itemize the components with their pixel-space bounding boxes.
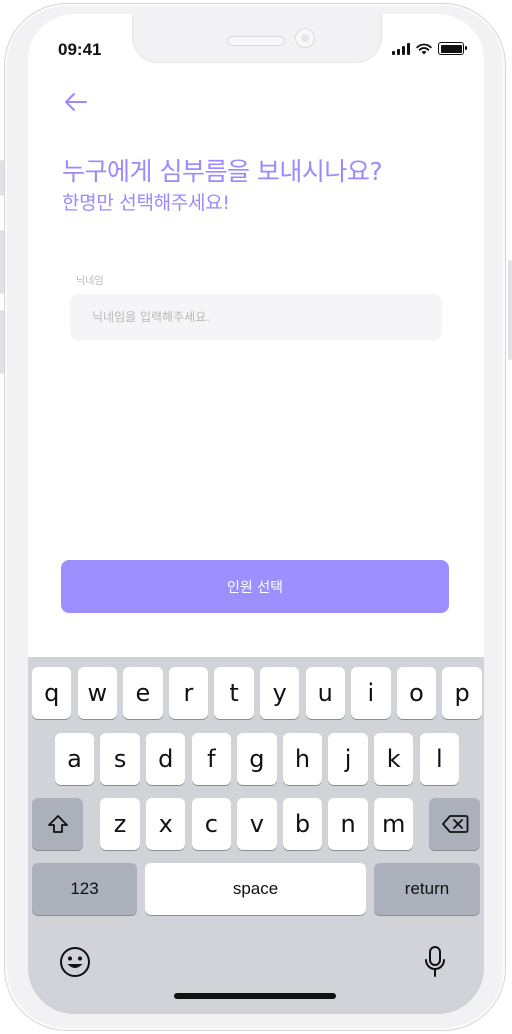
key-h[interactable]: h (282, 733, 323, 785)
key-y[interactable]: y (260, 667, 300, 719)
power-button (508, 260, 512, 360)
phone-screen: 09:41 누구에게 심부름을 보내시나요? 한명만 선택해주세요! 닉네임 인… (28, 14, 484, 1014)
numbers-key[interactable]: 123 (32, 863, 137, 915)
mute-switch (0, 160, 4, 196)
key-g[interactable]: g (237, 733, 277, 785)
speaker-grille (227, 36, 285, 46)
space-key[interactable]: space (145, 863, 366, 915)
key-z[interactable]: z (100, 798, 140, 850)
microphone-icon[interactable] (424, 945, 446, 979)
nickname-input[interactable] (70, 294, 442, 340)
key-u[interactable]: u (305, 667, 345, 719)
status-icons (392, 42, 467, 55)
key-w[interactable]: w (77, 667, 117, 719)
key-r[interactable]: r (168, 667, 209, 719)
key-v[interactable]: v (237, 798, 277, 850)
volume-up-button (0, 230, 4, 294)
volume-down-button (0, 310, 4, 374)
emoji-icon[interactable] (59, 946, 91, 978)
select-person-button[interactable]: 인원 선택 (61, 560, 449, 613)
status-time: 09:41 (58, 40, 102, 59)
front-camera (295, 28, 315, 48)
nickname-label: 닉네임 (76, 276, 104, 287)
key-t[interactable]: t (214, 667, 254, 719)
key-p[interactable]: p (442, 667, 482, 719)
wifi-icon (416, 43, 432, 55)
key-x[interactable]: x (146, 798, 186, 850)
page-subtitle: 한명만 선택해주세요! (62, 192, 230, 214)
key-b[interactable]: b (282, 798, 323, 850)
key-i[interactable]: i (351, 667, 391, 719)
home-indicator (174, 993, 336, 999)
key-k[interactable]: k (374, 733, 414, 785)
key-m[interactable]: m (374, 798, 414, 850)
key-c[interactable]: c (191, 798, 231, 850)
backspace-key[interactable] (429, 798, 480, 850)
battery-icon (438, 42, 467, 55)
arrow-left-icon[interactable] (62, 90, 90, 114)
key-l[interactable]: l (419, 733, 459, 785)
keyboard: qwertyuiop asdfghjkl zxcvbnm 123 space r… (28, 657, 484, 1014)
key-o[interactable]: o (396, 667, 437, 719)
shift-icon (47, 815, 68, 833)
key-a[interactable]: a (54, 733, 95, 785)
key-j[interactable]: j (328, 733, 368, 785)
cellular-signal-icon (392, 43, 410, 55)
notch (132, 14, 382, 63)
key-n[interactable]: n (328, 798, 368, 850)
key-s[interactable]: s (100, 733, 140, 785)
backspace-icon (441, 815, 468, 833)
key-d[interactable]: d (146, 733, 186, 785)
shift-key[interactable] (32, 798, 83, 850)
page-title: 누구에게 심부름을 보내시나요? (62, 157, 383, 186)
return-key[interactable]: return (374, 863, 480, 915)
key-f[interactable]: f (191, 733, 231, 785)
key-e[interactable]: e (123, 667, 163, 719)
key-q[interactable]: q (32, 667, 72, 719)
